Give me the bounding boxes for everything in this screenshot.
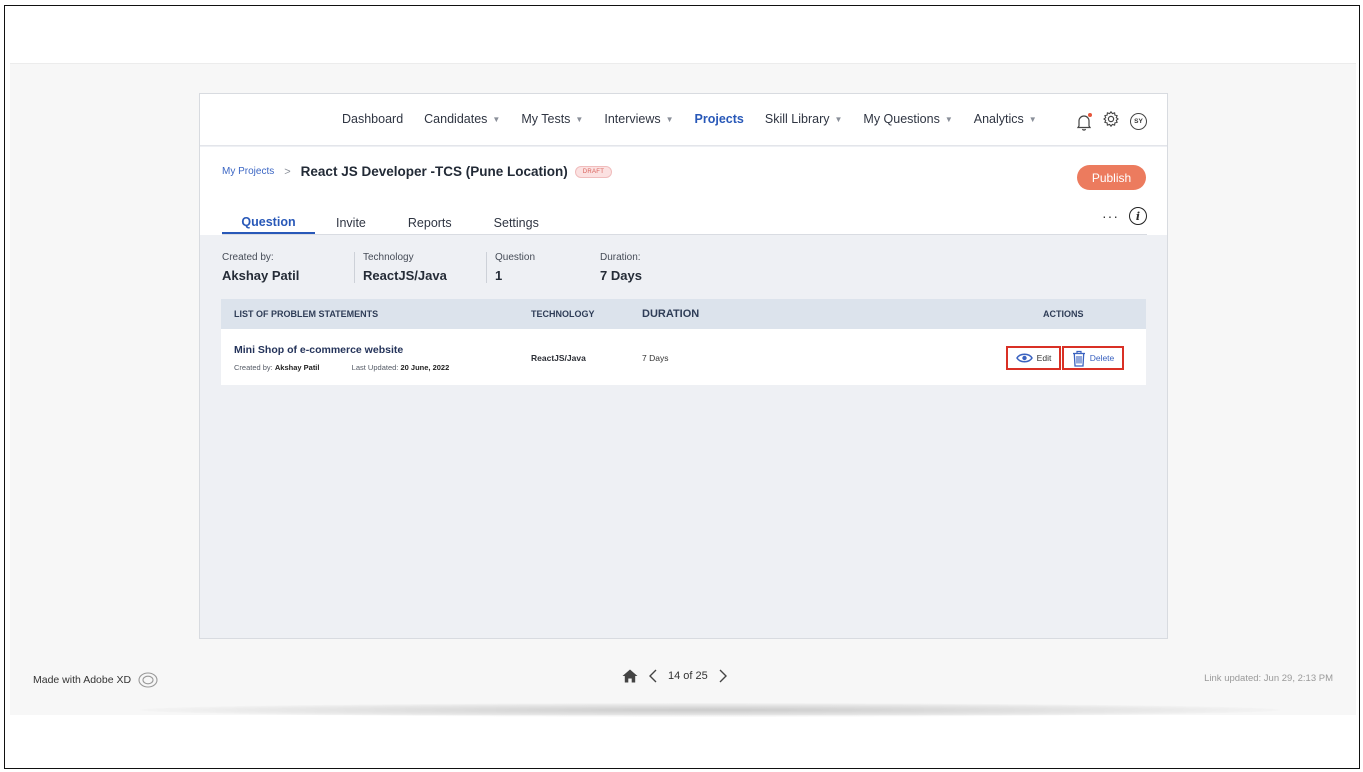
caret-down-icon: ▼ (834, 114, 843, 124)
made-with-label: Made with Adobe XD (33, 674, 132, 686)
stage-shadow (140, 703, 1280, 717)
made-with-xd: Made with Adobe XD (33, 672, 158, 688)
meta-label: Technology (363, 252, 414, 263)
project-header: My Projects > React JS Developer -TCS (P… (200, 147, 1167, 235)
column-header-actions: ACTIONS (1043, 309, 1084, 319)
created-by-value: Akshay Patil (274, 363, 320, 372)
nav-item-label: Projects (694, 112, 744, 126)
caret-down-icon: ▼ (944, 114, 953, 124)
meta-question: Question 1 (486, 252, 592, 283)
nav-icons: SY (1076, 110, 1147, 133)
xd-pager: 14 of 25 (622, 669, 728, 683)
created-by-label: Created by: (234, 363, 273, 372)
nav-items: Dashboard Candidates ▼ My Tests ▼ Intervie… (342, 112, 1058, 126)
avatar[interactable]: SY (1130, 113, 1147, 130)
problem-statements-table: LIST OF PROBLEM STATEMENTS TECHNOLOGY DU… (221, 299, 1146, 385)
column-header-list: LIST OF PROBLEM STATEMENTS (234, 309, 379, 319)
tab-reports[interactable]: Reports (387, 211, 473, 234)
column-header-duration: DURATION (642, 308, 700, 320)
caret-down-icon: ▼ (492, 114, 501, 124)
nav-item-label: My Tests (521, 112, 571, 126)
nav-item-candidates[interactable]: Candidates ▼ (424, 112, 500, 126)
nav-item-interviews[interactable]: Interviews ▼ (604, 112, 673, 126)
nav-item-label: Interviews (604, 112, 661, 126)
problem-title[interactable]: Mini Shop of e-commerce website (234, 344, 403, 356)
page-indicator: 14 of 25 (668, 670, 708, 682)
meta-label: Created by: (222, 252, 274, 263)
meta-value: 7 Days (600, 268, 642, 283)
delete-label: Delete (1089, 353, 1115, 363)
nav-item-my-tests[interactable]: My Tests ▼ (521, 112, 583, 126)
nav-item-label: My Questions (863, 112, 940, 126)
tab-settings[interactable]: Settings (473, 211, 560, 234)
notification-dot (1088, 112, 1092, 117)
meta-value: ReactJS/Java (363, 268, 447, 283)
updated-label: Last Updated: (351, 363, 399, 372)
row-duration: 7 Days (642, 353, 669, 363)
caret-down-icon: ▼ (575, 114, 584, 124)
tabs: Question Invite Reports Settings (222, 211, 560, 234)
nav-item-label: Analytics (973, 112, 1024, 126)
nav-item-dashboard[interactable]: Dashboard (342, 112, 403, 126)
eye-icon (1015, 353, 1033, 363)
more-options-icon[interactable]: ··· (1102, 208, 1119, 224)
chevron-left-icon[interactable] (648, 669, 658, 683)
bell-icon[interactable] (1076, 112, 1092, 131)
tab-invite[interactable]: Invite (315, 211, 387, 234)
breadcrumb: My Projects > React JS Developer -TCS (P… (222, 164, 613, 179)
table-header: LIST OF PROBLEM STATEMENTS TECHNOLOGY DU… (221, 299, 1146, 329)
edit-button[interactable]: Edit (1006, 346, 1061, 370)
breadcrumb-separator: > (284, 165, 291, 178)
creative-cloud-icon (138, 672, 158, 688)
page-title: React JS Developer -TCS (Pune Location) (300, 164, 568, 179)
nav-item-label: Dashboard (342, 112, 404, 126)
meta-value: 1 (495, 268, 503, 283)
nav-item-skill-library[interactable]: Skill Library ▼ (765, 112, 843, 126)
meta-label: Duration: (600, 252, 641, 263)
chevron-right-icon[interactable] (718, 669, 728, 683)
tabs-bar: Question Invite Reports Settings ··· i (222, 203, 1147, 235)
tab-question[interactable]: Question (222, 211, 315, 234)
link-updated: Link updated: Jun 29, 2:13 PM (1204, 673, 1333, 684)
meta-created-by: Created by: Akshay Patil (222, 252, 354, 283)
meta-value: Akshay Patil (222, 268, 300, 283)
info-icon[interactable]: i (1129, 207, 1147, 225)
project-meta: Created by: Akshay Patil Technology Reac… (222, 252, 674, 283)
meta-duration: Duration: 7 Days (592, 252, 674, 283)
gear-icon[interactable] (1102, 110, 1120, 133)
column-header-technology: TECHNOLOGY (531, 309, 595, 319)
tab-extra: ··· i (1102, 207, 1147, 225)
status-badge: DRAFT (574, 165, 613, 178)
meta-technology: Technology ReactJS/Java (354, 252, 486, 283)
problem-meta: Created by: Akshay Patil Last Updated: 2… (234, 363, 449, 372)
row-technology: ReactJS/Java (531, 353, 586, 363)
caret-down-icon: ▼ (1028, 114, 1037, 124)
home-icon[interactable] (622, 669, 638, 683)
artboard: Dashboard Candidates ▼ My Tests ▼ Intervie… (199, 93, 1168, 639)
breadcrumb-my-projects[interactable]: My Projects (222, 166, 274, 177)
edit-label: Edit (1036, 353, 1052, 363)
publish-button[interactable]: Publish (1077, 165, 1146, 190)
nav-item-label: Candidates (424, 112, 488, 126)
nav-item-analytics[interactable]: Analytics ▼ (974, 112, 1037, 126)
top-nav: Dashboard Candidates ▼ My Tests ▼ Intervie… (200, 94, 1167, 146)
nav-item-label: Skill Library (764, 112, 830, 126)
updated-value: 20 June, 2022 (400, 363, 450, 372)
nav-item-my-questions[interactable]: My Questions ▼ (863, 112, 952, 126)
table-row: Mini Shop of e-commerce website Created … (221, 329, 1146, 385)
avatar-initials: SY (1134, 118, 1143, 125)
delete-button[interactable]: Delete (1062, 346, 1124, 370)
caret-down-icon: ▼ (665, 114, 674, 124)
nav-item-projects[interactable]: Projects (695, 112, 744, 126)
trash-icon (1072, 350, 1085, 367)
meta-label: Question (495, 252, 536, 263)
